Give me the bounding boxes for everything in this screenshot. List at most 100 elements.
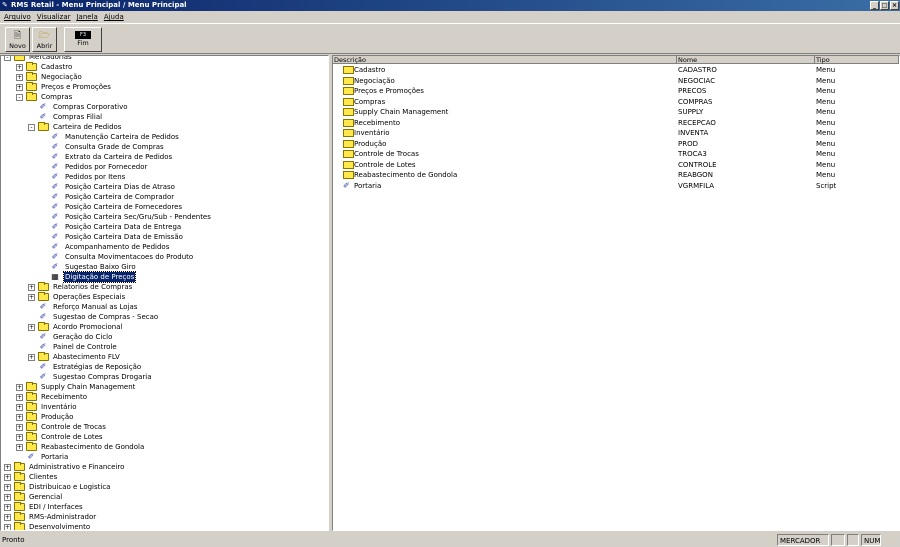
folder-icon (26, 72, 37, 81)
folder-icon (26, 62, 37, 71)
cell-descricao: Recebimento (354, 118, 400, 127)
list-row[interactable]: Inventário INVENTA Menu (333, 128, 899, 138)
collapse-icon[interactable]: - (28, 124, 35, 131)
script-icon: ✐ (51, 172, 59, 181)
tree-node-label: Posição Carteira Data de Emissão (65, 233, 183, 241)
tree-node-label: Extrato da Carteira de Pedidos (65, 153, 173, 161)
expand-icon[interactable]: + (28, 354, 35, 361)
expand-icon[interactable]: + (16, 74, 23, 81)
abrir-button[interactable]: 🗁 Abrir (32, 27, 57, 52)
collapse-icon[interactable]: - (16, 94, 23, 101)
cell-descricao: Portaria (354, 181, 382, 190)
cell-descricao: Cadastro (354, 66, 386, 74)
items-list-panel[interactable]: Descrição Nome Tipo Cadastro CADASTRO Menu… (332, 55, 900, 531)
column-header-descricao[interactable]: Descrição (333, 56, 677, 64)
list-row[interactable]: Negociação NEGOCIAC Menu (333, 76, 899, 86)
expand-icon[interactable]: + (28, 294, 35, 301)
tree-node-label: Posição Carteira Dias de Atraso (65, 183, 175, 191)
cell-tipo: Menu (816, 171, 836, 179)
list-row[interactable]: Supply Chain Management SUPPLY Menu (333, 107, 899, 117)
expand-icon[interactable]: + (16, 394, 23, 401)
menu-tree-panel[interactable]: - Mercadorias + Cadastro + Negociação + Preços … (0, 55, 329, 531)
list-row[interactable]: Reabastecimento de Gondola REABGON Menu (333, 170, 899, 180)
fim-label: Fim (77, 39, 89, 47)
tree-node-label: Operações Especiais (53, 293, 126, 301)
tree-node-label: Distribuicao e Logistica (29, 483, 111, 491)
fim-button[interactable]: F3 Fim (64, 27, 102, 52)
expand-icon[interactable]: + (4, 514, 11, 521)
menu-arquivo[interactable]: Arquivo (0, 11, 33, 23)
status-bar: Pronto MERCADOR NUM (0, 533, 900, 547)
expand-icon[interactable]: + (28, 324, 35, 331)
folder-icon (26, 392, 37, 401)
tree-node-label: Compras (41, 93, 73, 101)
script-icon: ✐ (39, 302, 47, 311)
script-icon: ✐ (39, 362, 47, 371)
minimize-button[interactable]: _ (870, 1, 879, 10)
list-row[interactable]: Controle de Trocas TROCA3 Menu (333, 149, 899, 159)
folder-icon (38, 322, 49, 331)
tree-node-label: Reabastecimento de Gondola (41, 443, 145, 451)
folder-icon (26, 412, 37, 421)
expand-icon[interactable]: + (4, 464, 11, 471)
list-row[interactable]: Preços e Promoções PRECOS Menu (333, 86, 899, 96)
expand-icon[interactable]: + (16, 424, 23, 431)
folder-icon (14, 502, 25, 511)
list-row[interactable]: Recebimento RECEPCAO Menu (333, 118, 899, 128)
close-button[interactable]: × (890, 1, 899, 10)
folder-icon (26, 442, 37, 451)
tree-node-label: Portaria (41, 453, 69, 461)
expand-icon[interactable]: + (28, 284, 35, 291)
expand-icon[interactable]: + (16, 84, 23, 91)
menu-visualizar[interactable]: Visualizar (33, 11, 73, 23)
tree-node-label: Painel de Controle (53, 343, 117, 351)
tree-node-label: Estratégias de Reposição (53, 363, 142, 371)
expand-icon[interactable]: + (16, 414, 23, 421)
list-row[interactable]: Controle de Lotes CONTROLE Menu (333, 160, 899, 170)
script-icon: ✐ (39, 332, 47, 341)
list-row[interactable]: ✐ Portaria VGRMFILA Script (333, 181, 899, 191)
tree-node-label: Administrativo e Financeiro (29, 463, 125, 471)
menu-bar: Arquivo Visualizar Janela Ajuda (0, 11, 900, 23)
menu-janela[interactable]: Janela (72, 11, 99, 23)
tree-node-label: Acompanhamento de Pedidos (65, 243, 170, 251)
cell-nome: COMPRAS (678, 97, 713, 106)
expand-icon[interactable]: + (16, 434, 23, 441)
tree-node-label: Posição Carteira de Fornecedores (65, 203, 183, 211)
menu-ajuda[interactable]: Ajuda (100, 11, 126, 23)
folder-icon (343, 76, 354, 85)
tree-node-label: Mercadorias (29, 55, 72, 61)
app-icon: ✎ (2, 1, 8, 9)
tree-node-label: Relatorios de Compras (53, 283, 133, 291)
cell-descricao: Reabastecimento de Gondola (354, 171, 458, 179)
list-row[interactable]: Compras COMPRAS Menu (333, 97, 899, 107)
list-row[interactable]: Produção PROD Menu (333, 139, 899, 149)
folder-icon (38, 352, 49, 361)
expand-icon[interactable]: + (4, 504, 11, 511)
tree-node-label: Controle de Lotes (41, 433, 103, 441)
folder-icon (343, 108, 354, 116)
tree-node-label: EDI / Interfaces (29, 503, 83, 511)
folder-icon (14, 522, 25, 530)
expand-icon[interactable]: + (4, 474, 11, 481)
script-icon: ✐ (39, 312, 47, 321)
expand-icon[interactable]: + (4, 484, 11, 491)
expand-icon[interactable]: + (16, 444, 23, 451)
expand-icon[interactable]: + (4, 494, 11, 501)
novo-button[interactable]: 🗎 Novo (5, 27, 30, 52)
expand-icon[interactable]: + (4, 524, 11, 530)
column-header-tipo[interactable]: Tipo (815, 56, 899, 64)
tree-node-label: Posição Carteira Sec/Gru/Sub - Pendentes (65, 213, 211, 221)
expand-icon[interactable]: + (16, 64, 23, 71)
script-icon: ✐ (343, 180, 350, 190)
column-header-nome[interactable]: Nome (677, 56, 815, 64)
title-bar: ✎ RMS Retail - Menu Principal / Menu Pri… (0, 0, 900, 11)
expand-icon[interactable]: + (16, 404, 23, 411)
tree-node-label: Sugestao Baixo Giro (65, 263, 136, 271)
cell-descricao: Negociação (354, 76, 395, 85)
tree-node-label: Compras Filial (53, 113, 103, 121)
maximize-button[interactable]: □ (880, 1, 889, 10)
expand-icon[interactable]: + (16, 384, 23, 391)
list-row[interactable]: Cadastro CADASTRO Menu (333, 65, 899, 75)
collapse-icon[interactable]: - (4, 56, 11, 61)
